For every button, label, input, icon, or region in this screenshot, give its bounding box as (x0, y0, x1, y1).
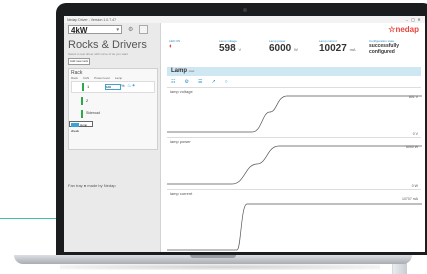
stats-row: LED ON ◐ Lamp voltage 598 V Lamp power 6… (169, 39, 419, 61)
gear-icon[interactable]: ⚙ (184, 79, 188, 85)
decorative-line (0, 218, 62, 219)
list-icon[interactable]: ☰ (198, 79, 202, 85)
chevron-down-icon: ▾ (116, 27, 119, 33)
circle-icon[interactable]: ○ (225, 79, 228, 85)
app-description: Select a new driver with curve of as you… (68, 52, 129, 56)
current-line (167, 203, 422, 251)
lamp-section-header: Lamp max (167, 67, 421, 76)
stat-current: Lamp current 10027 mA (319, 39, 356, 54)
power-row: 4kW ▾ ⚙ (68, 25, 149, 35)
jump-check-select[interactable]: Jump check (69, 121, 93, 133)
app-title: Rocks & Drivers (68, 39, 147, 51)
sidebar: 4kW ▾ ⚙ Rocks & Drivers Select a new dri… (64, 23, 161, 252)
stat-led: LED ON ◐ (169, 39, 219, 61)
chart-toolbar: ☷ ⚙ ☰ ↗ ○ (171, 79, 228, 85)
stat-config: Configuration state successfully configu… (369, 39, 400, 55)
rack-headers: Rack CAN Power level Lamp (71, 76, 123, 80)
nedap-logo: ☆nedap (388, 24, 419, 34)
led-icon: ◐ (169, 43, 174, 50)
laptop-lid: Nedap Driver - Version 1.0.7.47 – ▢ ✕ 4k… (56, 3, 427, 255)
voltage-line (167, 95, 422, 133)
window-title: Nedap Driver - Version 1.0.7.47 (67, 17, 117, 22)
power-select[interactable]: 4kW ▾ (68, 25, 122, 35)
settings-icon[interactable]: ⚙ (128, 26, 133, 33)
voltage-chart: lamp voltage 601 V 0 V (167, 87, 422, 138)
chart-icon[interactable]: ↗ (211, 79, 215, 85)
status-indicator (81, 97, 83, 105)
stat-voltage: Lamp voltage 598 V (219, 39, 242, 54)
sidebar-footer: Fan tray ● made by Nedap (68, 183, 116, 188)
stat-power: Lamp power 6000 W (269, 39, 298, 54)
status-indicator (81, 110, 83, 118)
rack-slot[interactable]: 1 100 % ♨✦ (71, 81, 155, 93)
status-indicator (82, 83, 84, 91)
add-rack-button[interactable]: Add new rack (68, 58, 90, 65)
laptop-screen: Nedap Driver - Version 1.0.7.47 – ▢ ✕ 4k… (64, 16, 425, 252)
rack-panel: Rack Rack CAN Power level Lamp 1 100 % ♨… (68, 68, 158, 150)
main-panel: ☆nedap LED ON ◐ Lamp voltage 598 V Lamp … (161, 23, 425, 252)
rack-slot[interactable]: 2 (71, 96, 153, 106)
close-icon[interactable]: ✕ (416, 17, 422, 22)
laptop-notch (190, 255, 236, 258)
power-input[interactable]: 100 (105, 84, 121, 90)
rack-slot[interactable]: Sideroad (71, 109, 153, 119)
window-titlebar: Nedap Driver - Version 1.0.7.47 – ▢ ✕ (64, 16, 425, 23)
layout-button[interactable] (139, 25, 149, 34)
current-chart: lamp current 10707 mA (167, 189, 422, 252)
power-chart: lamp power 6000 W 0 W (167, 137, 422, 190)
camera (243, 8, 247, 12)
power-line (167, 145, 422, 185)
header: ☆nedap (161, 23, 425, 35)
table-icon[interactable]: ☷ (171, 79, 175, 85)
lamp-icon[interactable]: ♨✦ (127, 83, 136, 89)
app: 4kW ▾ ⚙ Rocks & Drivers Select a new dri… (64, 23, 425, 252)
laptop-shadow (60, 264, 380, 270)
